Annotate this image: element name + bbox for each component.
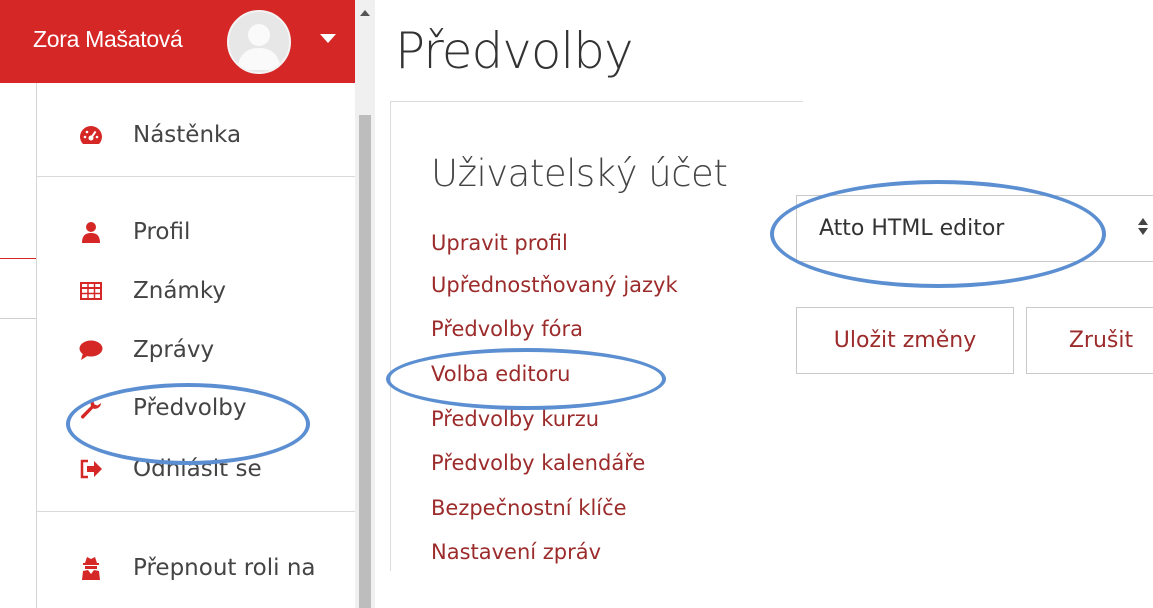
comment-icon (79, 338, 103, 362)
save-changes-button[interactable]: Uložit změny (796, 307, 1014, 374)
menu-item-label: Přepnout roli na (133, 555, 316, 581)
link-message-preferences[interactable]: Nastavení zpráv (431, 540, 601, 564)
menu-item-label: Odhlásit se (133, 456, 262, 482)
cancel-button[interactable]: Zrušit (1026, 307, 1153, 374)
scrollbar-thumb[interactable] (359, 115, 371, 608)
card-border-left (390, 101, 391, 571)
link-editor-preferences[interactable]: Volba editoru (431, 362, 570, 386)
link-course-preferences[interactable]: Předvolby kurzu (431, 407, 599, 431)
editor-select-value: Atto HTML editor (819, 216, 1005, 241)
user-secret-icon (79, 556, 103, 580)
menu-item-label: Profil (133, 219, 191, 245)
menu-item-messages[interactable]: Zprávy (37, 325, 356, 375)
avatar[interactable] (227, 10, 291, 74)
menu-item-label: Známky (133, 278, 226, 304)
menu-item-dashboard[interactable]: Nástěnka (37, 110, 356, 160)
background-red-rule (0, 258, 36, 259)
card-border-top (390, 101, 803, 102)
select-updown-icon (1138, 218, 1150, 240)
menu-item-preferences[interactable]: Předvolby (37, 383, 356, 433)
link-forum-preferences[interactable]: Předvolby fóra (431, 317, 583, 341)
wrench-icon (79, 396, 103, 420)
dashboard-icon (79, 123, 103, 147)
default-avatar-icon (237, 24, 281, 70)
menu-divider (37, 511, 356, 512)
table-icon (79, 279, 103, 303)
link-security-keys[interactable]: Bezpečnostní klíče (431, 496, 627, 520)
menu-divider (37, 176, 356, 177)
menu-item-switch-role[interactable]: Přepnout roli na (37, 543, 356, 593)
menu-item-grades[interactable]: Známky (37, 266, 356, 316)
sign-out-icon (79, 457, 103, 481)
user-dropdown-menu: Nástěnka Profil Známky Zprávy Předvolby … (36, 83, 356, 608)
link-calendar-preferences[interactable]: Předvolby kalendáře (431, 451, 645, 475)
menu-item-label: Předvolby (133, 395, 247, 421)
menu-item-label: Zprávy (133, 337, 215, 363)
user-icon (79, 220, 103, 244)
scroll-up-arrow-icon[interactable] (360, 10, 370, 16)
link-preferred-language[interactable]: Upřednostňovaný jazyk (431, 273, 678, 297)
link-edit-profile[interactable]: Upravit profil (431, 231, 568, 255)
chevron-down-icon[interactable] (320, 34, 336, 43)
menu-item-profile[interactable]: Profil (37, 207, 356, 257)
username: Zora Mašatová (33, 26, 183, 52)
menu-item-label: Nástěnka (133, 122, 242, 148)
background-grey-rule (0, 318, 36, 319)
page-title: Předvolby (395, 22, 634, 80)
editor-select[interactable]: Atto HTML editor (796, 195, 1153, 262)
section-title: Uživatelský účet (431, 152, 728, 195)
menu-item-logout[interactable]: Odhlásit se (37, 444, 356, 494)
